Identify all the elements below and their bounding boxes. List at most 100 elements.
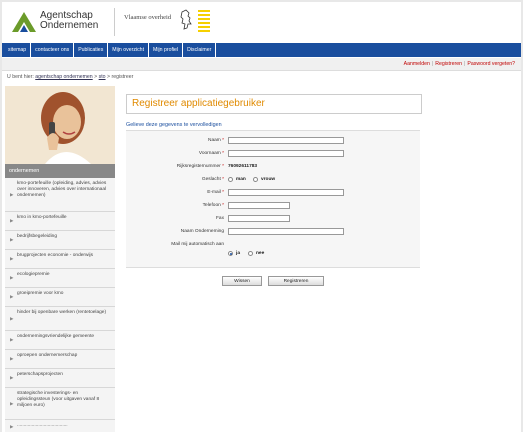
chevron-right-icon: ▶: [10, 423, 14, 429]
sidebar-item-label: strategische investerings- en opleidings…: [17, 391, 100, 408]
header-photo: [5, 86, 115, 164]
geslacht-label-text: Geslacht: [201, 177, 221, 182]
rijksregister-label-text: Rijksregisternummer: [176, 164, 221, 169]
chevron-right-icon: ▶: [10, 191, 14, 197]
woman-on-phone-image: [5, 86, 115, 164]
sidebar-item-groeipremie[interactable]: ▶ groeipremie voor kmo: [5, 288, 115, 307]
chevron-right-icon: ▶: [10, 237, 14, 242]
agency-name: Agentschap Ondernemen: [40, 11, 98, 31]
chevron-right-icon: ▶: [10, 256, 14, 261]
chevron-right-icon: ▶: [10, 400, 14, 406]
header: Agentschap Ondernemen Vlaamse overheid: [2, 2, 521, 42]
row-telefoon: Telefoon *: [126, 202, 420, 212]
required-mark: *: [222, 190, 224, 195]
row-rijksregister: Rijksregisternummer * 76092611783: [126, 163, 420, 173]
flemish-lion-icon: [180, 9, 192, 30]
voornaam-field[interactable]: [228, 150, 344, 157]
mail-auto-label: Mail mij automatisch aan: [171, 242, 224, 247]
account-bar: Aanmelden | Registreren | Paswoord vergeten?: [2, 58, 521, 71]
email-label: E-mail *: [207, 190, 224, 195]
sidebar-item-strategische-steun[interactable]: ▶ strategische investerings- en opleiding…: [5, 388, 115, 420]
mail-nee-label: nee: [256, 251, 265, 256]
breadcrumb-separator: >: [94, 74, 98, 80]
sidebar: ondernemen ▶ kmo-portefeuille (opleiding,…: [5, 86, 115, 432]
required-mark: *: [222, 164, 224, 169]
breadcrumb-sto[interactable]: sto: [99, 74, 106, 80]
gender-vrouw-label: vrouw: [261, 177, 276, 182]
required-mark: *: [222, 177, 224, 182]
register-button[interactable]: Registreren: [268, 276, 324, 286]
sidebar-item-hinder[interactable]: ▶ hinder bij openbare werken (rentetoelag…: [5, 307, 115, 331]
fax-field[interactable]: [228, 215, 290, 222]
nav-my-overview[interactable]: Mijn overzicht: [108, 43, 150, 57]
required-mark: *: [222, 151, 224, 156]
register-link[interactable]: Registreren: [435, 61, 462, 67]
row-mail-auto-options: ja nee: [126, 250, 420, 260]
sidebar-item-more[interactable]: ▶......................................: [5, 420, 115, 432]
row-geslacht: Geslacht * man vrouw: [126, 176, 420, 186]
page: Agentschap Ondernemen Vlaamse overheid s…: [2, 2, 521, 432]
row-onderneming: Naam Onderneming: [126, 228, 420, 238]
gender-man-radio[interactable]: [228, 177, 233, 182]
sidebar-item-brugprojecten[interactable]: ▶ brugprojecten economie - onderwijs: [5, 250, 115, 269]
email-label-text: E-mail: [207, 190, 221, 195]
sidebar-item-bedrijfsbegeleiding[interactable]: ▶ bedrijfsbegeleiding: [5, 231, 115, 250]
rijksregister-label: Rijksregisternummer *: [177, 164, 224, 169]
row-naam: Naam *: [126, 137, 420, 147]
telefoon-label: Telefoon *: [203, 203, 224, 208]
fax-label: Fax: [216, 216, 224, 221]
government-name: Vlaamse overheid: [124, 14, 172, 21]
sidebar-item-label: brugprojecten economie - onderwijs: [17, 253, 93, 258]
chevron-right-icon: ▶: [10, 218, 14, 223]
naam-field[interactable]: [228, 137, 344, 144]
breadcrumb-prefix: U bent hier:: [7, 74, 34, 80]
voornaam-label: Voornaam *: [199, 151, 224, 156]
sidebar-item-kmo-in-portefeuille[interactable]: ▶ kmo in kmo-portefeuille: [5, 212, 115, 231]
form-intro: Gelieve deze gegevens te vervolledigen: [126, 122, 222, 128]
mail-nee-radio[interactable]: [248, 251, 253, 256]
sidebar-item-label: hinder bij openbare werken (rentetoelage…: [17, 310, 107, 315]
sidebar-item-label: oproepen ondernemerschap: [17, 353, 78, 358]
sidebar-item-kmo-portefeuille[interactable]: ▶ kmo-portefeuille (opleiding, advies, ad…: [5, 178, 115, 212]
row-email: E-mail *: [126, 189, 420, 199]
sidebar-item-label: groeipremie voor kmo: [17, 291, 64, 296]
nav-contact[interactable]: contacteer ons: [31, 43, 75, 57]
sidebar-item-label: ......................................: [17, 423, 68, 428]
geslacht-label: Geslacht *: [202, 177, 224, 182]
onderneming-label: Naam Onderneming: [180, 229, 224, 234]
form-title-box: Registreer applicatiegebruiker: [126, 94, 422, 114]
clear-button[interactable]: Wissen: [222, 276, 262, 286]
chevron-right-icon: ▶: [10, 356, 14, 361]
sidebar-menu: ▶ kmo-portefeuille (opleiding, advies, ad…: [5, 178, 115, 432]
onderneming-field[interactable]: [228, 228, 344, 235]
sidebar-item-gemeente[interactable]: ▶ ondernemingsvriendelijke gemeente: [5, 331, 115, 350]
chevron-right-icon: ▶: [10, 315, 14, 321]
agency-name-line2: Ondernemen: [40, 20, 99, 31]
nav-publications[interactable]: Publicaties: [74, 43, 109, 57]
sidebar-item-label: ondernemingsvriendelijke gemeente: [17, 334, 95, 339]
required-mark: *: [222, 203, 224, 208]
email-field[interactable]: [228, 189, 344, 196]
sidebar-heading: ondernemen: [5, 164, 115, 178]
breadcrumb-separator: >: [107, 74, 111, 80]
telefoon-label-text: Telefoon: [202, 203, 221, 208]
mail-ja-radio[interactable]: [228, 251, 233, 256]
row-voornaam: Voornaam *: [126, 150, 420, 160]
chevron-right-icon: ▶: [10, 337, 14, 342]
forgot-password-link[interactable]: Paswoord vergeten?: [467, 61, 515, 67]
sidebar-item-label: ecologiepremie: [17, 272, 50, 277]
nav-sitemap[interactable]: sitemap: [2, 43, 32, 57]
row-fax: Fax: [126, 215, 420, 225]
nav-disclaimer[interactable]: Disclaimer: [183, 43, 217, 57]
sidebar-item-oproepen[interactable]: ▶ oproepen ondernemerschap: [5, 350, 115, 369]
flag-stripes-icon: [198, 10, 210, 32]
breadcrumb-agency[interactable]: agentschap ondernemen: [35, 74, 92, 80]
nav-my-profile[interactable]: Mijn profiel: [149, 43, 184, 57]
agentschap-logo-icon[interactable]: [10, 10, 38, 34]
sidebar-item-peterschapsprojecten[interactable]: ▶ peterschapsprojecten: [5, 369, 115, 388]
sidebar-item-ecologiepremie[interactable]: ▶ ecologiepremie: [5, 269, 115, 288]
gender-vrouw-radio[interactable]: [253, 177, 258, 182]
login-link[interactable]: Aanmelden: [404, 61, 430, 67]
top-navigation: sitemap contacteer ons Publicaties Mijn …: [2, 43, 521, 57]
telefoon-field[interactable]: [228, 202, 290, 209]
